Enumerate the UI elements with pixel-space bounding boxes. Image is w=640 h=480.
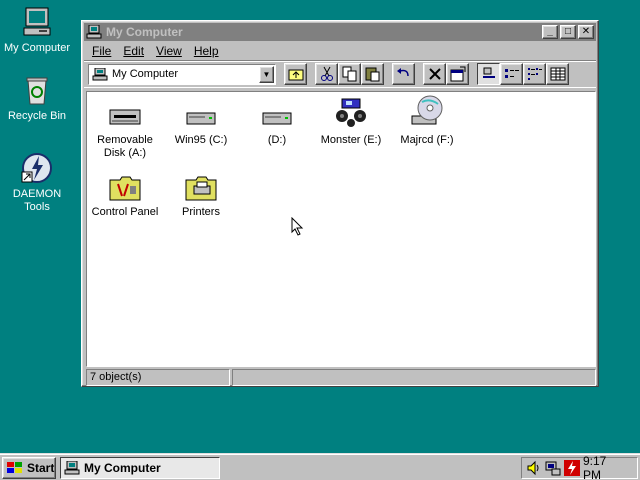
floppy-drive-icon [108, 100, 142, 132]
close-button[interactable]: ✕ [578, 25, 594, 39]
drive-f[interactable]: Majrcd (F:) [389, 94, 465, 147]
paste-button[interactable] [361, 63, 384, 85]
folder-up-icon [288, 69, 303, 81]
speaker-icon[interactable] [526, 460, 542, 476]
drive-c[interactable]: Win95 (C:) [163, 100, 239, 147]
network-icon[interactable] [545, 460, 561, 476]
menu-view-label: View [156, 43, 182, 58]
copy-icon [342, 66, 356, 82]
menu-file[interactable]: File [86, 44, 117, 58]
desktop-icon-label-text: DAEMON Tools [12, 188, 62, 213]
maximize-icon: □ [564, 26, 572, 37]
up-one-level-button[interactable] [284, 63, 307, 85]
folder-view[interactable]: Removable Disk (A:) Win95 (C:) (D:) Mons… [86, 91, 596, 367]
small-icons-view-icon [504, 69, 519, 78]
clock[interactable]: 9:17 PM [583, 454, 627, 480]
task-label: My Computer [84, 461, 161, 475]
menu-bar: File Edit View Help [84, 41, 596, 60]
windows-logo-icon [7, 462, 22, 473]
window-title: My Computer [106, 25, 183, 39]
delete-button[interactable] [423, 63, 446, 85]
printers[interactable]: Printers [163, 172, 239, 219]
status-object-count: 7 object(s) [86, 369, 230, 386]
daemon-tools-tray-icon[interactable] [564, 460, 580, 476]
desktop-icon-label: Recycle Bin [7, 110, 67, 122]
drive-a[interactable]: Removable Disk (A:) [87, 100, 163, 160]
maximize-button[interactable]: □ [560, 25, 576, 39]
cd-drive-icon [410, 94, 444, 132]
hard-drive-icon [260, 100, 294, 132]
window-titlebar[interactable]: My Computer _ □ ✕ [84, 23, 596, 41]
system-tray: 9:17 PM [521, 454, 638, 480]
properties-button[interactable] [446, 63, 469, 85]
list-view-icon [527, 68, 542, 80]
status-bar: 7 object(s) [86, 369, 596, 386]
taskbar-button-my-computer[interactable]: My Computer [60, 457, 220, 479]
printers-folder-icon [184, 172, 218, 204]
my-computer-icon [92, 67, 108, 81]
taskbar: Start My Computer 9:17 PM [0, 453, 640, 480]
hard-drive-icon [184, 100, 218, 132]
drive-d[interactable]: (D:) [239, 100, 315, 147]
item-label: Printers [182, 206, 220, 218]
menu-help-label: Help [193, 43, 219, 58]
list-view-button[interactable] [523, 63, 546, 85]
my-computer-icon [86, 24, 102, 39]
minimize-button[interactable]: _ [542, 25, 558, 39]
mouse-cursor-icon [291, 216, 305, 237]
large-icons-view-icon [482, 67, 495, 78]
start-label: Start [27, 461, 55, 475]
recycle-bin-icon [21, 74, 53, 106]
desktop-icon-label: DAEMON Tools [0, 188, 74, 214]
daemon-tools-icon [21, 152, 53, 184]
close-icon: ✕ [581, 26, 591, 37]
small-icons-button[interactable] [500, 63, 523, 85]
large-icons-button[interactable] [477, 63, 500, 85]
item-label: (D:) [267, 134, 287, 146]
drive-e[interactable]: Monster (E:) [313, 96, 389, 147]
minimize-icon: _ [547, 26, 553, 37]
my-computer-icon [21, 6, 53, 38]
details-view-button[interactable] [546, 63, 569, 85]
menu-view[interactable]: View [150, 44, 188, 58]
my-computer-icon [64, 461, 80, 475]
control-panel[interactable]: Control Panel [87, 172, 163, 219]
toolbar: My Computer ▼ [84, 60, 596, 88]
menu-file-label: File [92, 43, 112, 58]
menu-edit[interactable]: Edit [117, 44, 150, 58]
address-value: My Computer [112, 68, 179, 80]
start-button[interactable]: Start [2, 457, 56, 479]
desktop-icon-daemon-tools[interactable]: DAEMON Tools [0, 152, 74, 214]
menu-edit-label: Edit [123, 43, 145, 58]
undo-icon [396, 68, 409, 77]
copy-button[interactable] [338, 63, 361, 85]
status-detail [232, 369, 596, 386]
paste-icon [365, 67, 379, 82]
dropdown-arrow-icon[interactable]: ▼ [259, 65, 274, 83]
undo-button[interactable] [392, 63, 415, 85]
desktop-icon-label: My Computer [3, 42, 71, 54]
address-combo[interactable]: My Computer ▼ [88, 63, 276, 85]
item-label: Control Panel [91, 206, 159, 218]
delete-x-icon [428, 68, 441, 80]
details-view-icon [550, 67, 565, 81]
item-label: Majrcd (F:) [400, 134, 454, 146]
item-label: Win95 (C:) [174, 134, 228, 146]
desktop-icon-recycle-bin[interactable]: Recycle Bin [0, 74, 74, 123]
control-panel-folder-icon [108, 172, 142, 204]
menu-help[interactable]: Help [188, 44, 225, 58]
cut-button[interactable] [315, 63, 338, 85]
my-computer-window: My Computer _ □ ✕ File Edit View Help My… [81, 20, 599, 387]
properties-icon [450, 66, 465, 82]
scissors-icon [320, 66, 333, 81]
desktop-icon-my-computer[interactable]: My Computer [0, 6, 74, 55]
monster-truck-icon [334, 96, 368, 132]
item-label: Removable Disk (A:) [97, 134, 153, 159]
item-label: Monster (E:) [320, 134, 382, 146]
